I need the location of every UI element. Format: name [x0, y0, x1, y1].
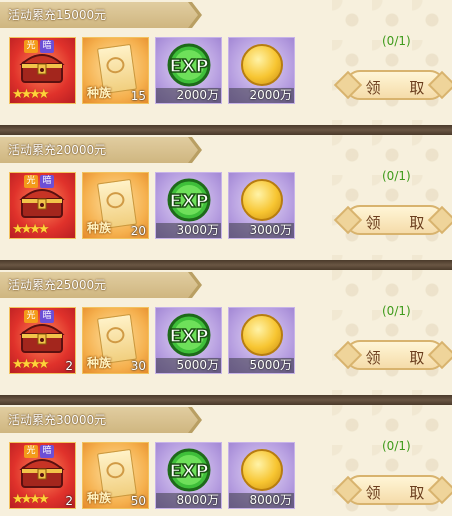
exp-icon: EXP — [167, 313, 211, 357]
star-rating: ★★★★ — [12, 222, 50, 237]
race-label: 种族 — [87, 86, 112, 100]
exp-item[interactable]: EXP 2000万 — [155, 37, 222, 104]
claim-button-label: 领 取 — [365, 349, 437, 367]
claim-button-label: 领 取 — [365, 484, 437, 502]
reward-row: 活动累充30000元 光 暗 ★★★★ 2 种族 50 EXP 8000万 80… — [0, 405, 452, 516]
claim-button[interactable]: 领 取 — [345, 340, 445, 370]
item-quantity: 3000万 — [176, 223, 219, 237]
exp-icon: EXP — [167, 43, 211, 87]
dark-tag: 暗 — [40, 445, 54, 458]
reward-row: 活动累充15000元 光 暗 ★★★★ 种族 15 EXP 2000万 2000… — [0, 0, 452, 135]
coin-icon — [241, 314, 283, 356]
star-rating: ★★★★ — [12, 357, 50, 372]
coin-icon — [241, 44, 283, 86]
row-title: 活动累充25000元 — [8, 278, 107, 292]
dark-tag: 暗 — [40, 40, 54, 53]
row-divider — [0, 125, 452, 135]
claim-button-label: 领 取 — [365, 79, 437, 97]
light-tag: 光 — [24, 445, 38, 458]
claim-button[interactable]: 领 取 — [345, 205, 445, 235]
background-pattern — [332, 0, 452, 135]
row-divider — [0, 260, 452, 270]
item-quantity: 2 — [65, 494, 73, 508]
row-title: 活动累充15000元 — [8, 8, 107, 22]
light-tag: 光 — [24, 310, 38, 323]
item-quantity: 8000万 — [249, 493, 292, 507]
background-pattern — [332, 270, 452, 405]
gold-coin-item[interactable]: 8000万 — [228, 442, 295, 509]
row-divider — [0, 395, 452, 405]
item-quantity: 2000万 — [176, 88, 219, 102]
gold-coin-item[interactable]: 5000万 — [228, 307, 295, 374]
exp-text: EXP — [169, 56, 208, 77]
claim-button[interactable]: 领 取 — [345, 475, 445, 505]
item-quantity: 2 — [65, 359, 73, 373]
item-quantity: 30 — [130, 359, 146, 373]
coin-icon — [241, 179, 283, 221]
treasure-chest-item[interactable]: 光 暗 ★★★★ — [9, 37, 76, 104]
treasure-chest-item[interactable]: 光 暗 ★★★★ 2 — [9, 442, 76, 509]
item-quantity: 3000万 — [249, 223, 292, 237]
treasure-chest-item[interactable]: 光 暗 ★★★★ 2 — [9, 307, 76, 374]
race-scroll-item[interactable]: 种族 20 — [82, 172, 149, 239]
dark-tag: 暗 — [40, 310, 54, 323]
progress-status: (0/1) — [382, 439, 411, 453]
exp-item[interactable]: EXP 8000万 — [155, 442, 222, 509]
coin-icon — [241, 449, 283, 491]
race-scroll-item[interactable]: 种族 30 — [82, 307, 149, 374]
race-scroll-item[interactable]: 种族 50 — [82, 442, 149, 509]
row-title: 活动累充20000元 — [8, 143, 107, 157]
light-tag: 光 — [24, 175, 38, 188]
reward-row: 活动累充20000元 光 暗 ★★★★ 种族 20 EXP 3000万 3000… — [0, 135, 452, 270]
star-rating: ★★★★ — [12, 87, 50, 102]
star-rating: ★★★★ — [12, 492, 50, 507]
treasure-chest-item[interactable]: 光 暗 ★★★★ — [9, 172, 76, 239]
exp-text: EXP — [169, 326, 208, 347]
item-quantity: 50 — [130, 494, 146, 508]
exp-icon: EXP — [167, 448, 211, 492]
exp-item[interactable]: EXP 3000万 — [155, 172, 222, 239]
race-label: 种族 — [87, 491, 112, 505]
progress-status: (0/1) — [382, 304, 411, 318]
light-tag: 光 — [24, 40, 38, 53]
exp-icon: EXP — [167, 178, 211, 222]
item-quantity: 5000万 — [249, 358, 292, 372]
race-label: 种族 — [87, 356, 112, 370]
dark-tag: 暗 — [40, 175, 54, 188]
progress-status: (0/1) — [382, 34, 411, 48]
gold-coin-item[interactable]: 2000万 — [228, 37, 295, 104]
item-quantity: 8000万 — [176, 493, 219, 507]
exp-text: EXP — [169, 461, 208, 482]
item-quantity: 20 — [130, 224, 146, 238]
gold-coin-item[interactable]: 3000万 — [228, 172, 295, 239]
item-quantity: 5000万 — [176, 358, 219, 372]
chest-icon — [19, 54, 65, 83]
chest-icon — [19, 189, 65, 218]
row-title: 活动累充30000元 — [8, 413, 107, 427]
claim-button-label: 领 取 — [365, 214, 437, 232]
chest-icon — [19, 459, 65, 488]
exp-item[interactable]: EXP 5000万 — [155, 307, 222, 374]
item-quantity: 2000万 — [249, 88, 292, 102]
item-quantity: 15 — [130, 89, 146, 103]
race-label: 种族 — [87, 221, 112, 235]
reward-row: 活动累充25000元 光 暗 ★★★★ 2 种族 30 EXP 5000万 50… — [0, 270, 452, 405]
background-pattern — [332, 135, 452, 270]
chest-icon — [19, 324, 65, 353]
claim-button[interactable]: 领 取 — [345, 70, 445, 100]
progress-status: (0/1) — [382, 169, 411, 183]
exp-text: EXP — [169, 191, 208, 212]
race-scroll-item[interactable]: 种族 15 — [82, 37, 149, 104]
